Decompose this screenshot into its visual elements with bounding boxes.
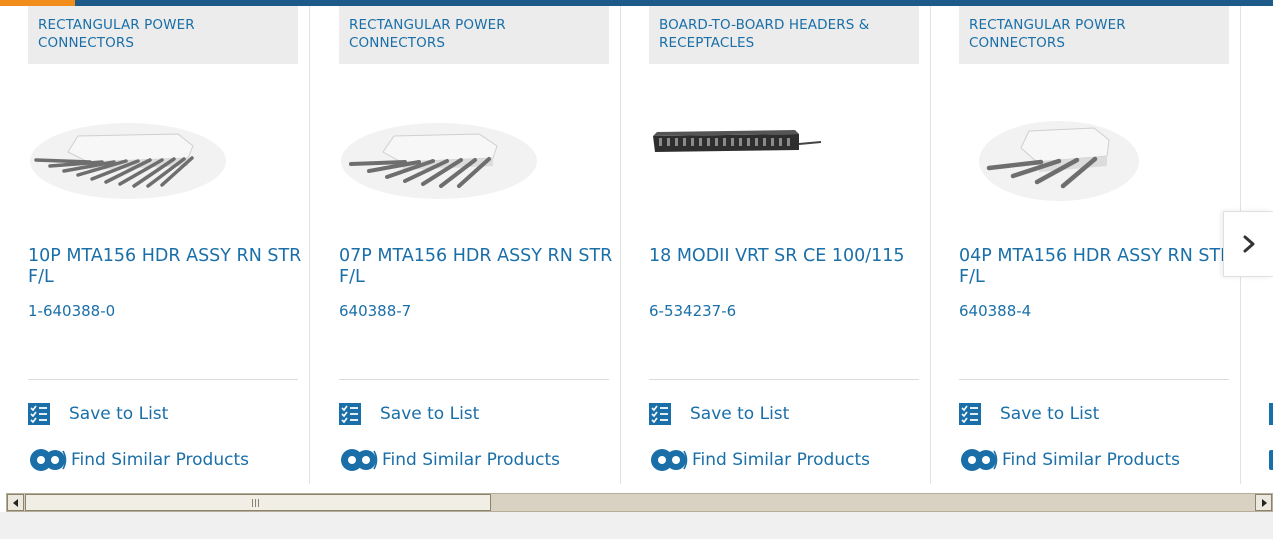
product-image[interactable]: [649, 116, 849, 206]
checklist-icon: [1269, 403, 1273, 425]
gears-icon: [651, 449, 688, 471]
scroll-right-button[interactable]: [1255, 494, 1272, 511]
save-to-list-label: Save to List: [380, 404, 480, 424]
product-image[interactable]: [28, 116, 228, 206]
product-name-link[interactable]: 07P MTA156 HDR ASSY RN STR F/L: [339, 246, 614, 288]
find-similar-products-label: Find Similar Products: [1002, 450, 1180, 470]
horizontal-scrollbar[interactable]: [6, 493, 1273, 512]
arrow-right-icon: [1261, 498, 1267, 507]
gears-icon: [30, 449, 67, 471]
checklist-icon: [339, 403, 361, 425]
product-name-link[interactable]: 18 MODII VRT SR CE 100/115: [649, 246, 924, 267]
save-to-list-label: Save to List: [690, 404, 790, 424]
divider: [339, 379, 609, 380]
product-card: RECTANGULAR POWER CONNECTORS 10P MTA156 …: [0, 6, 310, 484]
gears-icon: [961, 449, 998, 471]
category-label[interactable]: RECTANGULAR POWER CONNECTORS: [959, 6, 1229, 64]
chevron-right-icon: [1243, 235, 1254, 253]
checklist-icon: [28, 403, 50, 425]
checklist-icon: [649, 403, 671, 425]
find-similar-products-label: Find Similar Products: [382, 450, 560, 470]
scroll-left-button[interactable]: [7, 494, 24, 511]
footer-area: [0, 512, 1273, 539]
product-card: RECTANGULAR POWER CONNECTORS 04P MTA156 …: [931, 6, 1241, 484]
find-similar-products-label: Find Similar Products: [692, 450, 870, 470]
part-number-link[interactable]: 6-534237-6: [649, 302, 736, 320]
category-label[interactable]: BOARD-TO-BOARD HEADERS & RECEPTACLES: [649, 6, 919, 64]
save-to-list-button[interactable]: Save to List: [28, 403, 168, 425]
gears-icon: [1269, 450, 1273, 470]
scrollbar-thumb[interactable]: [25, 494, 491, 511]
category-label[interactable]: RECTANGULAR POWER CONNECTORS: [339, 6, 609, 64]
find-similar-products-button[interactable]: Find Similar Products: [959, 446, 1180, 474]
divider: [649, 379, 919, 380]
product-image[interactable]: [339, 116, 539, 206]
find-similar-products-label: Find Similar Products: [71, 450, 249, 470]
arrow-left-icon: [12, 498, 18, 507]
find-similar-products-button[interactable]: Find Similar Products: [28, 446, 249, 474]
save-to-list-button[interactable]: Save to List: [649, 403, 789, 425]
scrollbar-grip: [252, 499, 260, 507]
part-number-link[interactable]: 1-640388-0: [28, 302, 115, 320]
product-card: BOARD-TO-BOARD HEADERS & RECEPTACLES 18 …: [621, 6, 931, 484]
product-carousel: RECTANGULAR POWER CONNECTORS 10P MTA156 …: [0, 6, 1273, 484]
product-name-link[interactable]: 10P MTA156 HDR ASSY RN STR F/L: [28, 246, 303, 288]
save-to-list-label: Save to List: [1000, 404, 1100, 424]
product-name-link[interactable]: 04P MTA156 HDR ASSY RN STR F/L: [959, 246, 1234, 288]
divider: [959, 379, 1229, 380]
product-image[interactable]: [959, 116, 1159, 206]
save-to-list-button[interactable]: Save to List: [959, 403, 1099, 425]
part-number-link[interactable]: 640388-4: [959, 302, 1031, 320]
find-similar-products-button[interactable]: Find Similar Products: [649, 446, 870, 474]
find-similar-products-button[interactable]: Find Similar Products: [339, 446, 560, 474]
gears-icon: [341, 449, 378, 471]
save-to-list-label: Save to List: [69, 404, 169, 424]
part-number-link[interactable]: 640388-7: [339, 302, 411, 320]
divider: [28, 379, 298, 380]
category-label[interactable]: RECTANGULAR POWER CONNECTORS: [28, 6, 298, 64]
product-card: RECTANGULAR POWER CONNECTORS 07P MTA156 …: [311, 6, 621, 484]
carousel-next-button[interactable]: [1223, 211, 1273, 277]
checklist-icon: [959, 403, 981, 425]
save-to-list-button[interactable]: Save to List: [339, 403, 479, 425]
